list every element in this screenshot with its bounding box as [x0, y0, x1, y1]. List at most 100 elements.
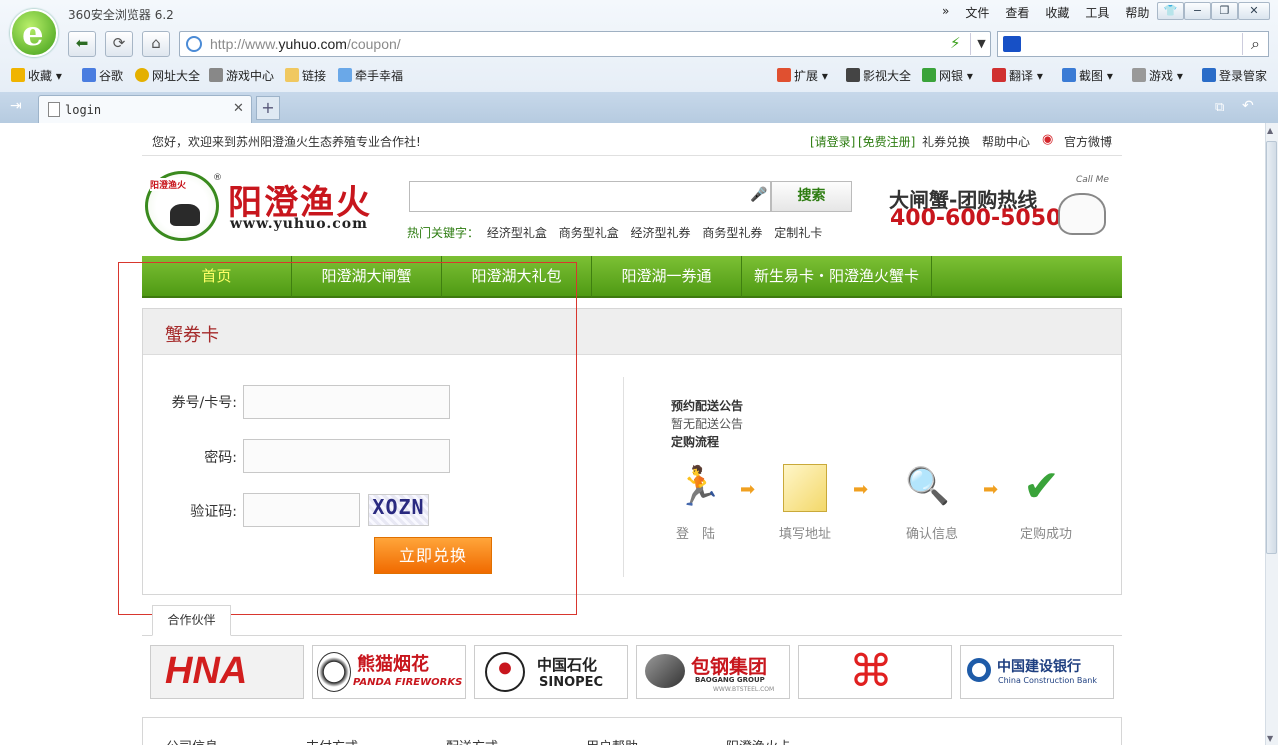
- close-window-button[interactable]: ✕: [1238, 2, 1270, 20]
- site-search-button[interactable]: 搜索: [771, 181, 852, 212]
- browser-chrome: e 360安全浏览器 6.2 » 文件 查看 收藏 工具 帮助 👕 − ❐ ✕ …: [0, 0, 1278, 123]
- bookmark-favorites[interactable]: 收藏 ▾: [11, 67, 62, 84]
- bookmark-google[interactable]: 谷歌: [82, 67, 123, 84]
- panda-en-text: PANDA FIREWORKS: [353, 677, 463, 688]
- partner-panda-logo[interactable]: 熊猫烟花 PANDA FIREWORKS: [312, 645, 466, 699]
- hot-keyword-link[interactable]: 定制礼卡: [774, 226, 822, 240]
- tool-screenshot[interactable]: 截图 ▾: [1062, 67, 1113, 84]
- scissors-icon: [1062, 68, 1076, 82]
- tab-list-icon[interactable]: ⧉: [1215, 100, 1224, 115]
- tool-bank[interactable]: 网银 ▾: [922, 67, 973, 84]
- menu-bar: » 文件 查看 收藏 工具 帮助: [934, 4, 1157, 21]
- coupon-exchange-link[interactable]: 礼券兑换: [922, 133, 970, 150]
- tab-login[interactable]: login ✕: [38, 95, 252, 123]
- restore-button[interactable]: ❐: [1211, 2, 1238, 20]
- microphone-icon[interactable]: 🎤: [750, 187, 767, 203]
- scroll-up-icon[interactable]: ▲: [1267, 126, 1273, 135]
- menu-favorites[interactable]: 收藏: [1037, 4, 1077, 21]
- back-button[interactable]: ⬅: [68, 31, 96, 57]
- web-page: 您好，欢迎来到苏州阳澄渔火生态养殖专业合作社! [请登录] [免费注册] 礼券兑…: [0, 123, 1265, 745]
- url-text: http://www.yuhuo.com/coupon/: [210, 36, 401, 52]
- minimize-button[interactable]: −: [1184, 2, 1211, 20]
- address-bar[interactable]: http://www.yuhuo.com/coupon/ ⚡ ▼: [179, 31, 991, 57]
- menu-file[interactable]: 文件: [957, 4, 997, 21]
- brand-emblem-icon[interactable]: 阳澄渔火: [145, 171, 219, 241]
- menu-help[interactable]: 帮助: [1117, 4, 1157, 21]
- nav-crab-card[interactable]: 新生易卡・阳澄渔火蟹卡: [742, 256, 932, 298]
- menu-more-icon[interactable]: »: [934, 4, 957, 21]
- partners-rule: [142, 635, 1122, 636]
- hot-keyword-link[interactable]: 经济型礼盒: [487, 226, 547, 240]
- gamepad-icon: [1132, 68, 1146, 82]
- login-link[interactable]: [请登录]: [810, 133, 855, 150]
- site-search-input[interactable]: 🎤: [409, 181, 771, 212]
- search-engine-icon[interactable]: [1003, 36, 1021, 52]
- tool-video[interactable]: 影视大全: [846, 67, 911, 84]
- phone-mascot-icon: Call Me: [1050, 175, 1118, 239]
- login-step-icon: 🏃: [675, 464, 723, 508]
- bookmark-links[interactable]: 链接: [285, 67, 326, 84]
- unicom-knot-icon: ⌘: [849, 646, 893, 697]
- search-icon[interactable]: ⌕: [1242, 33, 1268, 55]
- magnifier-step-icon: 🔍: [905, 466, 950, 507]
- partner-hna-logo[interactable]: HNA: [150, 645, 304, 699]
- step-label-success: 定购成功: [1020, 527, 1073, 542]
- url-dropdown-icon[interactable]: ▼: [970, 33, 992, 55]
- partner-ccb-logo[interactable]: 中国建设银行 China Construction Bank: [960, 645, 1114, 699]
- scroll-down-icon[interactable]: ▼: [1267, 734, 1273, 743]
- panda-cn-text: 熊猫烟花: [357, 654, 429, 675]
- notice-title: 预约配送公告: [671, 399, 744, 413]
- menu-view[interactable]: 查看: [997, 4, 1037, 21]
- sidebar-toggle-icon[interactable]: ⇥: [10, 98, 22, 114]
- baogang-icon: [645, 654, 685, 688]
- help-center-link[interactable]: 帮助中心: [982, 133, 1030, 150]
- footer-payment[interactable]: 支付方式: [306, 736, 358, 745]
- brand-url: www.yuhuo.com: [230, 216, 368, 232]
- search-box[interactable]: ⌕: [997, 31, 1269, 57]
- nav-one-coupon[interactable]: 阳澄湖一券通: [592, 256, 742, 298]
- panda-icon: [317, 652, 351, 692]
- tool-login-manager[interactable]: 登录管家: [1202, 67, 1267, 84]
- close-tab-icon[interactable]: ✕: [233, 101, 244, 116]
- bookmark-urls[interactable]: 网址大全: [135, 67, 200, 84]
- film-icon: [846, 68, 860, 82]
- skin-icon[interactable]: 👕: [1157, 2, 1184, 20]
- crab-shape: [170, 204, 200, 226]
- arrow-icon: ➡: [983, 479, 999, 500]
- footer-crab-card[interactable]: 阳澄渔火卡: [726, 736, 791, 745]
- google-icon: [82, 68, 96, 82]
- scrollbar-thumb[interactable]: [1266, 141, 1277, 554]
- partner-unicom-logo[interactable]: ⌘: [798, 645, 952, 699]
- refresh-button[interactable]: ⟳: [105, 31, 133, 57]
- register-link[interactable]: [免费注册]: [858, 133, 915, 150]
- weibo-link[interactable]: 官方微博: [1064, 133, 1112, 150]
- hot-keyword-link[interactable]: 经济型礼券: [631, 226, 691, 240]
- footer-delivery[interactable]: 配送方式: [446, 736, 498, 745]
- partner-sinopec-logo[interactable]: 中国石化 SINOPEC: [474, 645, 628, 699]
- tool-extensions[interactable]: 扩展 ▾: [777, 67, 828, 84]
- folder-icon: [285, 68, 299, 82]
- bookmark-dating[interactable]: 牵手幸福: [338, 67, 403, 84]
- address-step-icon: [783, 464, 827, 512]
- footer-company-info[interactable]: 公司信息: [166, 736, 218, 745]
- welcome-text: 您好，欢迎来到苏州阳澄渔火生态养殖专业合作社!: [152, 135, 421, 149]
- bookmarks-bar: 收藏 ▾ 谷歌 网址大全 游戏中心 链接 牵手幸福 扩展 ▾ 影视大全 网银 ▾…: [0, 66, 1278, 86]
- new-tab-button[interactable]: +: [256, 96, 280, 120]
- partners-tab[interactable]: 合作伙伴: [152, 605, 231, 636]
- tool-games[interactable]: 游戏 ▾: [1132, 67, 1183, 84]
- registered-mark: ®: [213, 173, 222, 183]
- footer-user-help[interactable]: 用户帮助: [586, 736, 638, 745]
- star-icon: [11, 68, 25, 82]
- browser-logo-icon[interactable]: e: [10, 9, 58, 57]
- tool-translate[interactable]: 翻译 ▾: [992, 67, 1043, 84]
- bookmark-games[interactable]: 游戏中心: [209, 67, 274, 84]
- site-top-bar: 您好，欢迎来到苏州阳澄渔火生态养殖专业合作社! [请登录] [免费注册] 礼券兑…: [142, 123, 1122, 156]
- hot-keyword-link[interactable]: 商务型礼券: [702, 226, 762, 240]
- panel-divider: [623, 377, 624, 577]
- home-button[interactable]: ⌂: [142, 31, 170, 57]
- tab-title: login: [65, 103, 102, 117]
- hot-keyword-link[interactable]: 商务型礼盒: [559, 226, 619, 240]
- menu-tools[interactable]: 工具: [1077, 4, 1117, 21]
- partner-baogang-logo[interactable]: 包钢集团 BAOGANG GROUP WWW.BTSTEEL.COM: [636, 645, 790, 699]
- undo-close-icon[interactable]: ↶: [1242, 98, 1254, 114]
